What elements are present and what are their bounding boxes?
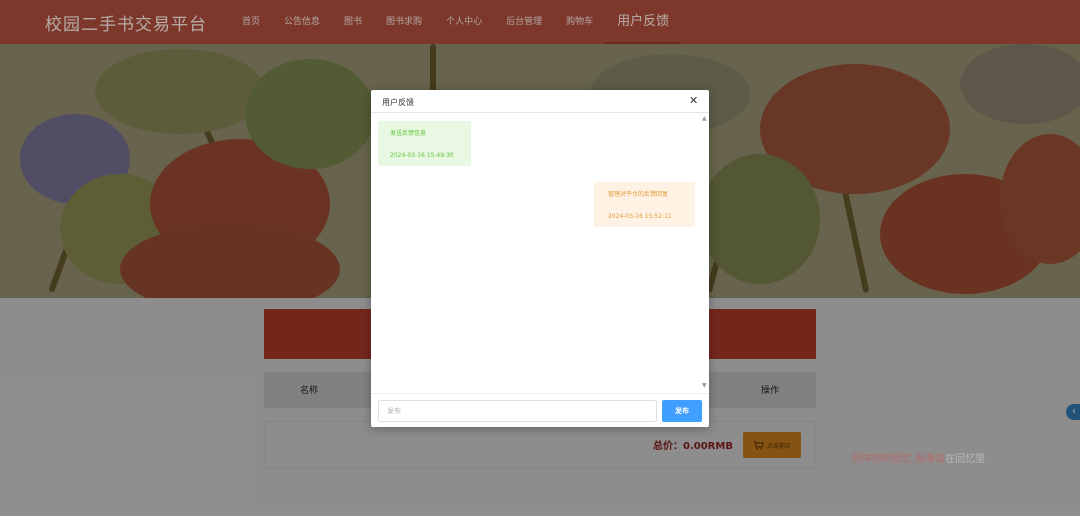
feedback-input[interactable] xyxy=(378,400,657,422)
cart-icon xyxy=(753,440,764,450)
site-brand[interactable]: 校园二手书交易平台 xyxy=(45,10,207,35)
nav-user-feedback[interactable]: 用户反馈 xyxy=(605,0,682,44)
column-operation: 操作 xyxy=(761,386,780,396)
marquee-text: 回中你的回忆 渐渐淡在回忆里 xyxy=(852,450,985,465)
chat-area[interactable]: 发送反馈信息 2024-03-16 15:49:30 管理对平台的反馈回复 20… xyxy=(371,114,709,393)
buy-button-label: 点击购买 xyxy=(766,442,791,450)
feedback-dialog: 用户反馈 ✕ 发送反馈信息 2024-03-16 15:49:30 管理对平台的… xyxy=(371,90,709,427)
buy-button[interactable]: 点击购买 xyxy=(743,432,801,458)
caret-down-icon[interactable]: ▼ xyxy=(702,382,707,389)
chat-scrollbar[interactable]: ▲ ▼ xyxy=(701,114,709,393)
column-name: 名称 xyxy=(300,386,319,396)
close-icon[interactable]: ✕ xyxy=(689,94,698,108)
nav-cart[interactable]: 购物车 xyxy=(554,0,605,44)
nav-personal-center[interactable]: 个人中心 xyxy=(434,0,494,44)
nav-book-requests[interactable]: 图书求购 xyxy=(374,0,434,44)
post-button[interactable]: 发布 xyxy=(662,400,702,422)
tree-foliage xyxy=(960,44,1080,124)
page-root: 校园二手书交易平台 首页 公告信息 图书 图书求购 个人中心 后台管理 购物车 … xyxy=(0,0,1080,516)
nav-home[interactable]: 首页 xyxy=(230,0,272,44)
chevron-left-icon[interactable]: ‹ xyxy=(1066,404,1080,420)
main-nav: 首页 公告信息 图书 图书求购 个人中心 后台管理 购物车 用户反馈 xyxy=(230,0,682,44)
message-time: 2024-03-16 15:49:30 xyxy=(390,152,454,159)
tree-foliage xyxy=(245,59,375,169)
message-text: 发送反馈信息 xyxy=(390,130,427,137)
tree-trunk xyxy=(430,44,436,94)
nav-admin[interactable]: 后台管理 xyxy=(494,0,554,44)
dialog-footer: 发布 xyxy=(371,393,709,427)
message-time: 2024-03-16 15:52:11 xyxy=(608,213,672,220)
marquee-part1: 回中你的回忆 渐渐淡 xyxy=(852,454,946,465)
tree-foliage xyxy=(95,49,265,134)
cart-footer: 总价：0.00RMB 点击购买 xyxy=(264,421,816,469)
dialog-title: 用户反馈 xyxy=(382,98,414,107)
message-text: 管理对平台的反馈回复 xyxy=(608,191,669,198)
dialog-header: 用户反馈 ✕ xyxy=(371,90,709,113)
top-header: 校园二手书交易平台 首页 公告信息 图书 图书求购 个人中心 后台管理 购物车 … xyxy=(0,0,1080,44)
nav-announcements[interactable]: 公告信息 xyxy=(272,0,332,44)
message-sent: 发送反馈信息 2024-03-16 15:49:30 xyxy=(378,121,471,166)
tree-foliage xyxy=(700,154,820,284)
marquee-part2: 在回忆里 xyxy=(945,454,986,465)
cart-total: 总价：0.00RMB xyxy=(653,441,733,452)
nav-books[interactable]: 图书 xyxy=(332,0,374,44)
caret-up-icon[interactable]: ▲ xyxy=(702,115,707,122)
message-reply: 管理对平台的反馈回复 2024-03-16 15:52:11 xyxy=(594,182,695,227)
